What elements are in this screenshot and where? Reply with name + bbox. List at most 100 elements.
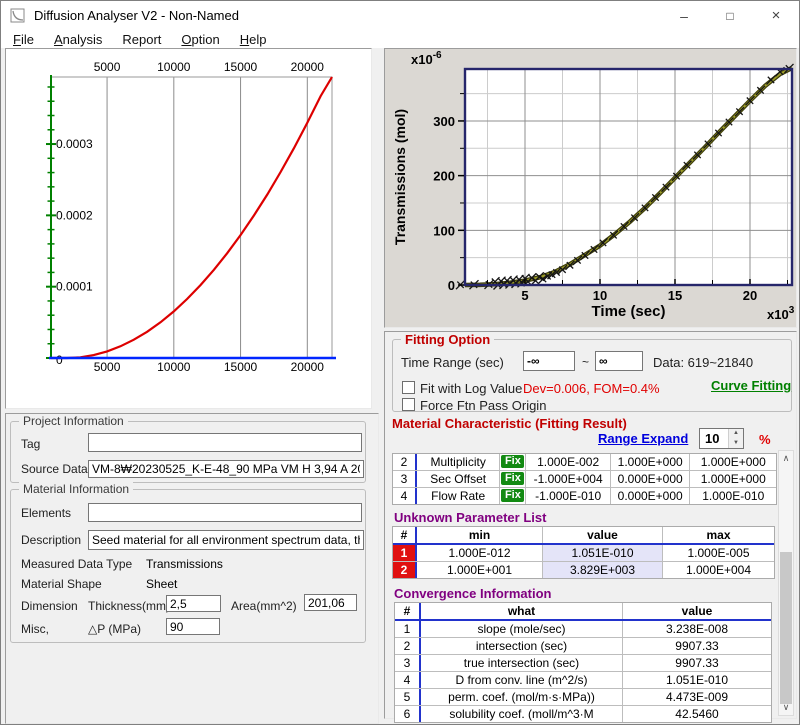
value-cell: 3.238E-008	[623, 621, 771, 637]
window-title: Diffusion Analyser V2 - Non-Named	[34, 1, 239, 31]
y-tick-label: 300	[433, 114, 455, 129]
measured-chart-panel: 5000500010000100001500015000200002000000…	[5, 48, 372, 409]
y-tick-label: 0.0002	[56, 208, 93, 222]
source-data-input[interactable]	[88, 460, 364, 478]
header-what: what	[421, 603, 623, 619]
app-window: Diffusion Analyser V2 - Non-Named – □ × …	[0, 0, 800, 725]
param-value-3: 1.000E+000	[690, 471, 776, 487]
param-value-1: 1.000E-002	[526, 454, 611, 470]
time-range-from-input[interactable]	[523, 351, 575, 371]
unknown-parameter-table: #minvaluemax11.000E-0121.051E-0101.000E-…	[392, 526, 775, 579]
material-shape-value: Sheet	[146, 577, 177, 591]
fix-button[interactable]: Fix	[501, 489, 524, 502]
spin-down-icon[interactable]: ▼	[729, 439, 743, 449]
menu-analysis[interactable]: Analysis	[44, 32, 112, 47]
material-information-title: Material Information	[19, 482, 133, 496]
fit-log-checkbox[interactable]	[402, 381, 415, 394]
area-input[interactable]	[304, 594, 357, 611]
delta-p-input[interactable]	[166, 618, 220, 635]
table-row: 11.000E-0121.051E-0101.000E-005	[393, 545, 774, 562]
x-tick-label: 10	[593, 288, 607, 303]
x-unit-label: x103	[767, 305, 795, 322]
fitting-chart-panel: 01002003005101520Time (sec)x103x10-6Tran…	[384, 48, 797, 328]
y-tick-label: 100	[433, 223, 455, 238]
table-row: 4D from conv. line (m^2/s)1.051E-010	[395, 672, 771, 689]
range-expand-link[interactable]: Range Expand	[598, 431, 688, 446]
param-value-2: 0.000E+000	[611, 471, 691, 487]
param-value-2: 0.000E+000	[611, 488, 691, 504]
y-unit-label: x10-6	[411, 50, 442, 67]
material-characteristic-title: Material Characteristic (Fitting Result)	[392, 416, 627, 431]
fix-cell: Fix	[500, 488, 526, 504]
description-input[interactable]	[88, 530, 364, 550]
scrollbar-thumb[interactable]	[780, 552, 792, 704]
what-cell: slope (mole/sec)	[421, 621, 623, 637]
maximize-icon[interactable]: □	[707, 1, 753, 31]
param-name: Flow Rate	[417, 488, 501, 504]
fit-value: 3.829E+003	[543, 562, 663, 578]
max-value: 1.000E+004	[663, 562, 774, 578]
source-data-label: Source Data	[21, 462, 88, 476]
what-cell: D from conv. line (m^2/s)	[421, 672, 623, 688]
range-expand-value: 10	[700, 429, 728, 448]
x-gridlines	[107, 77, 307, 358]
table-row: 2intersection (sec)9907.33	[395, 638, 771, 655]
force-origin-checkbox[interactable]	[402, 398, 415, 411]
close-icon[interactable]: ×	[753, 1, 799, 31]
value-cell: 4.473E-009	[623, 689, 771, 705]
range-expand-spinner[interactable]: 10 ▲ ▼	[699, 428, 744, 449]
table-row: 4Flow RateFix-1.000E-0100.000E+0001.000E…	[393, 488, 776, 504]
x-tick-label-top: 10000	[157, 60, 191, 74]
delta-p-label: △P (MPa)	[88, 622, 141, 636]
what-cell: perm. coef. (mol/m·s·MPa))	[421, 689, 623, 705]
thickness-input[interactable]	[166, 595, 221, 612]
fix-button[interactable]: Fix	[501, 455, 524, 468]
x-tick-label-bottom: 15000	[224, 360, 258, 374]
measured-curve	[51, 77, 332, 358]
menu-help[interactable]: Help	[230, 32, 277, 47]
x-tick-label-bottom: 5000	[94, 360, 121, 374]
what-cell: true intersection (sec)	[421, 655, 623, 671]
param-value-1: -1.000E-010	[526, 488, 611, 504]
measured-data-type-value: Transmissions	[146, 557, 223, 571]
minimize-icon[interactable]: –	[661, 1, 707, 31]
header-min: min	[417, 527, 543, 543]
header-num: #	[393, 527, 417, 543]
fitting-option-title: Fitting Option	[401, 332, 494, 347]
x-tick-label-top: 20000	[291, 60, 325, 74]
y-tick-label: 0	[56, 353, 63, 367]
project-information-title: Project Information	[19, 414, 128, 428]
elements-input[interactable]	[88, 503, 362, 522]
menu-option[interactable]: Option	[171, 32, 229, 47]
spin-up-icon[interactable]: ▲	[729, 429, 743, 439]
table-row: 5perm. coef. (mol/m·s·MPa))4.473E-009	[395, 689, 771, 706]
time-range-to-input[interactable]	[595, 351, 643, 371]
curve-fitting-link[interactable]: Curve Fitting	[711, 378, 791, 393]
menu-file[interactable]: File	[1, 32, 44, 47]
tag-input[interactable]	[88, 433, 362, 452]
table-row: #whatvalue	[395, 603, 771, 621]
x-tick-label-top: 5000	[94, 60, 121, 74]
header-value: value	[623, 603, 771, 619]
scroll-up-icon[interactable]: ∧	[779, 451, 793, 466]
row-number[interactable]: 1	[393, 545, 417, 561]
row-number[interactable]: 2	[393, 562, 417, 578]
param-name: Sec Offset	[417, 471, 501, 487]
tilde-separator: ~	[582, 355, 589, 369]
fitting-option-group: Fitting Option Time Range (sec) ~ Data: …	[392, 339, 792, 412]
convergence-table: #whatvalue1slope (mole/sec)3.238E-0082in…	[394, 602, 772, 723]
vertical-scrollbar[interactable]: ∧ ∨	[778, 450, 794, 716]
param-value-3: 1.000E-010	[690, 488, 776, 504]
fix-cell: Fix	[500, 454, 526, 470]
param-name: Multiplicity	[417, 454, 501, 470]
scrollbar-track[interactable]	[779, 466, 793, 700]
x-tick-label: 20	[743, 288, 757, 303]
row-number: 4	[393, 488, 417, 504]
param-value-3: 1.000E+000	[690, 454, 776, 470]
menu-report[interactable]: Report	[112, 32, 171, 47]
fit-log-label: Fit with Log Value	[420, 381, 522, 396]
misc-label: Misc,	[21, 622, 49, 636]
y-tick-label: 0	[448, 278, 455, 293]
fix-button[interactable]: Fix	[501, 472, 524, 485]
what-cell: solubility coef. (moll/m^3·M	[421, 706, 623, 722]
